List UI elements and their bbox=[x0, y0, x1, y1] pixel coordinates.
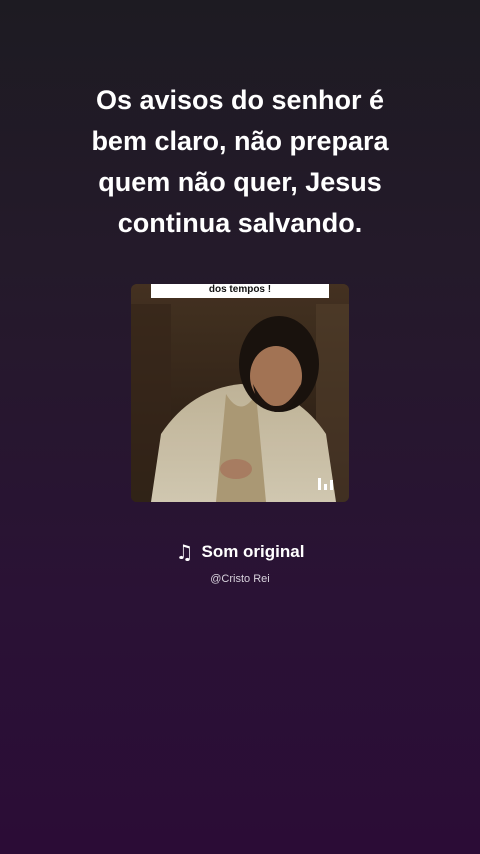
thumbnail-overlay-text: dos tempos ! bbox=[151, 284, 329, 298]
post-caption: Os avisos do senhor é bem claro, não pre… bbox=[91, 85, 389, 238]
music-note-icon: ♫ bbox=[175, 540, 194, 564]
video-thumbnail[interactable]: dos tempos ! bbox=[131, 284, 349, 502]
sound-title[interactable]: Som original bbox=[201, 540, 304, 564]
thumbnail-image bbox=[131, 284, 349, 502]
bars-icon bbox=[318, 478, 333, 490]
sound-author[interactable]: @Cristo Rei bbox=[0, 571, 480, 587]
sound-info[interactable]: ♫ Som original bbox=[0, 538, 480, 566]
